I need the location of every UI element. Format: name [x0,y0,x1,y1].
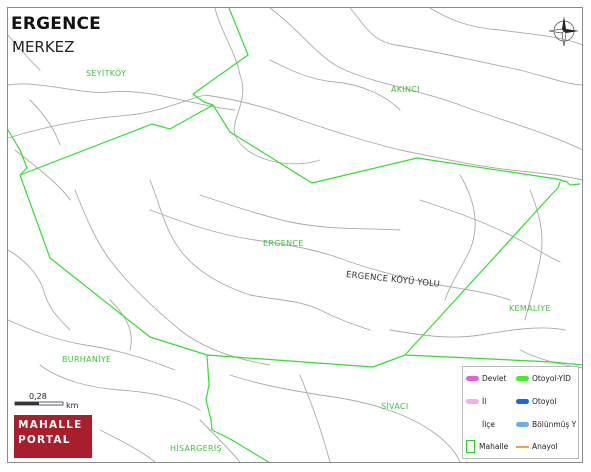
mahalle-portal-logo[interactable]: MAHALLE PORTAL [14,415,92,458]
logo-line1: MAHALLE [18,419,83,431]
legend-devlet: Devlet [466,374,506,383]
legend-bolunmus: Bölünmüş Y [516,420,576,429]
legend-otoyol-yid-swatch [516,376,529,381]
legend-otoyol-label: Otoyol [532,397,557,406]
label-ergence: ERGENCE [263,239,304,248]
legend-anayol-label: Anayol [532,442,558,451]
legend-mahalle-label: Mahalle [479,442,509,451]
label-akinci: AKINCI [391,85,420,94]
legend-il-swatch [466,399,479,404]
legend-mahalle: Mahalle [466,440,508,453]
legend-ilce: İlçe [482,420,495,429]
legend-otoyol-swatch [516,399,529,404]
legend-il-label: İl [482,397,487,406]
legend-devlet-label: Devlet [482,374,507,383]
legend-otoyol-yid-label: Otoyol-YİD [532,374,571,383]
map-legend: Devlet İl İlçe Mahalle Otoyol-YİD Otoyol… [462,366,579,459]
legend-devlet-swatch [466,376,479,381]
legend-anayol-swatch [516,445,529,448]
legend-ilce-label: İlçe [482,420,496,429]
north-arrow-icon [548,16,579,47]
legend-otoyol-yid: Otoyol-YİD [516,374,571,383]
label-seyitkoy: SEYİTKÖY [86,69,127,78]
logo-line2: PORTAL [18,434,71,446]
label-burhaniye: BURHANİYE [62,355,112,364]
label-sivaci: SİVACI [381,402,409,411]
legend-bolunmus-swatch [516,422,529,427]
legend-otoyol: Otoyol [516,397,557,406]
district-subtitle: MERKEZ [12,38,75,56]
scale-unit: km [66,401,79,410]
legend-il: İl [466,397,486,406]
label-kemaliye: KEMALİYE [509,304,551,313]
label-hisargeris: HİSARGERİŞ [170,444,222,453]
scale-bar [14,401,64,406]
legend-anayol: Anayol [516,442,558,451]
page-title: ERGENCE [11,14,101,34]
legend-mahalle-swatch [466,440,475,453]
legend-bolunmus-label: Bölünmüş Y [532,420,577,429]
